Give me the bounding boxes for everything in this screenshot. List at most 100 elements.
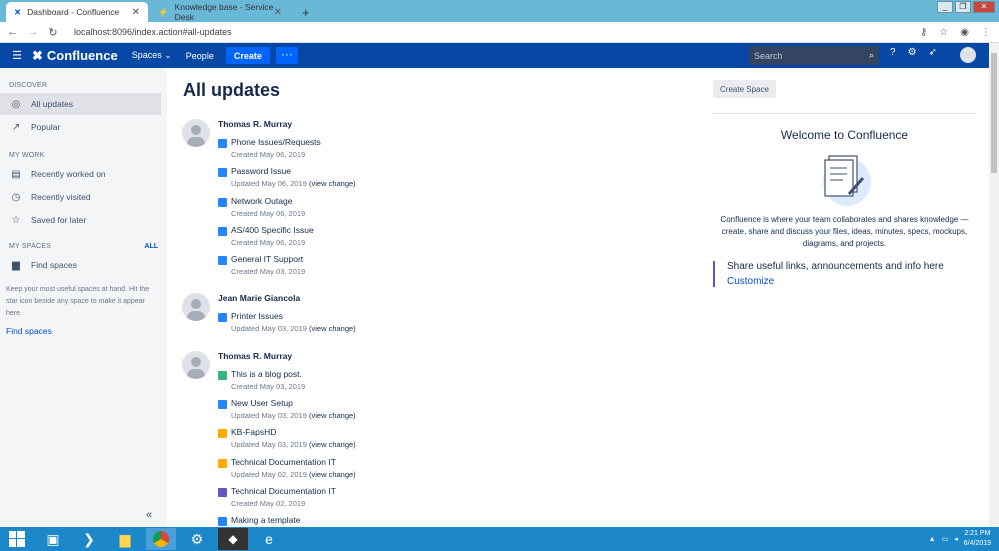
sidebar-item-popular[interactable]: ↗ Popular: [0, 116, 167, 138]
people-link[interactable]: People: [186, 51, 214, 61]
key-icon[interactable]: ⚷: [920, 27, 927, 38]
confluence-logo-icon: ✖: [32, 47, 43, 63]
tab-dashboard-confluence[interactable]: ✕ Dashboard - Confluence ✕: [6, 2, 148, 22]
update-title[interactable]: Technical Documentation IT: [231, 486, 572, 496]
update-date: Updated May 06, 2019: [231, 179, 307, 189]
tab-knowledge-base[interactable]: ⚡ Knowledge base - Service Desk ✕: [150, 2, 290, 22]
update-title[interactable]: Making a template: [231, 515, 572, 525]
help-icon[interactable]: ?: [890, 47, 896, 58]
all-spaces-link[interactable]: ALL: [144, 243, 158, 250]
view-change-link[interactable]: (view change): [309, 440, 356, 449]
update-date: Updated May 03, 2019: [231, 324, 307, 334]
update-title[interactable]: Printer Issues: [231, 311, 572, 321]
new-tab-button[interactable]: +: [294, 2, 318, 22]
update-title[interactable]: Password Issue: [231, 166, 572, 176]
user-avatar[interactable]: [960, 47, 976, 63]
back-icon[interactable]: ←: [6, 26, 20, 38]
list-item: Technical Documentation IT Created May 02…: [218, 486, 572, 515]
avatar[interactable]: [182, 119, 210, 147]
author-name[interactable]: Thomas R. Murray: [218, 351, 572, 361]
app-icon[interactable]: ◆: [218, 528, 248, 550]
space-icon: [218, 458, 227, 468]
author-name[interactable]: Jean Marie Giancola: [218, 293, 572, 303]
gear-icon[interactable]: ⚙: [908, 47, 917, 58]
more-actions-button[interactable]: ···: [275, 47, 298, 64]
compass-icon: ◎: [11, 98, 21, 110]
sidebar-item-all-updates[interactable]: ◎ All updates: [0, 93, 161, 115]
sidebar-item-label: Find spaces: [31, 260, 77, 270]
sidebar-item-recently-visited[interactable]: ◷ Recently visited: [0, 186, 167, 208]
create-space-button[interactable]: Create Space: [713, 80, 776, 98]
minimize-icon[interactable]: _: [937, 1, 953, 13]
volume-icon[interactable]: ◂: [954, 535, 958, 543]
internet-explorer-icon[interactable]: e: [254, 528, 284, 550]
sidebar-item-label: All updates: [31, 99, 74, 109]
update-title[interactable]: General IT Support: [231, 254, 572, 264]
close-tab-icon[interactable]: ✕: [132, 7, 140, 18]
create-button[interactable]: Create: [225, 47, 270, 64]
file-explorer-icon[interactable]: ▆: [110, 528, 140, 550]
update-title[interactable]: Network Outage: [231, 196, 572, 206]
window-controls: _ ❐ ✕: [937, 1, 995, 13]
reload-icon[interactable]: ↻: [46, 26, 60, 39]
update-title[interactable]: This is a blog post.: [231, 369, 572, 379]
collapse-sidebar-icon[interactable]: «: [146, 509, 152, 521]
settings-tool-icon[interactable]: ⚙: [182, 528, 212, 550]
powershell-icon[interactable]: ❯: [74, 528, 104, 550]
update-title[interactable]: AS/400 Specific Issue: [231, 225, 572, 235]
sidebar-item-recently-worked-on[interactable]: ▤ Recently worked on: [0, 163, 167, 185]
close-window-icon[interactable]: ✕: [973, 1, 995, 13]
update-meta: Updated May 03, 2019 (view change): [231, 440, 572, 449]
maximize-icon[interactable]: ❐: [955, 1, 971, 13]
update-title[interactable]: New User Setup: [231, 398, 572, 408]
avatar[interactable]: [182, 293, 210, 322]
page-scrollbar[interactable]: [989, 43, 999, 527]
update-meta: Created May 03, 2019: [231, 382, 572, 391]
update-date: Created May 02, 2019: [231, 498, 306, 508]
tray-arrow-icon[interactable]: ▲: [929, 536, 936, 543]
view-change-link[interactable]: (view change): [309, 470, 356, 479]
confluence-logo[interactable]: ✖ Confluence: [32, 48, 118, 64]
update-meta: Created May 02, 2019: [231, 499, 572, 508]
clock-icon: ◷: [11, 191, 21, 203]
scrollbar-thumb[interactable]: [991, 53, 997, 173]
tab-title: Dashboard - Confluence: [27, 7, 120, 17]
profile-icon[interactable]: ◉: [960, 27, 969, 38]
sidebar-item-find-spaces[interactable]: ▆ Find spaces: [0, 254, 167, 276]
spaces-menu[interactable]: Spaces ⌄: [132, 50, 172, 61]
search-input[interactable]: Search ⌕: [749, 46, 879, 65]
view-change-link[interactable]: (view change): [309, 179, 356, 188]
bookmark-star-icon[interactable]: ☆: [939, 27, 948, 38]
update-date: Created May 03, 2019: [231, 381, 306, 391]
update-title[interactable]: KB-FapsHD: [231, 427, 572, 437]
chrome-icon[interactable]: [146, 528, 176, 550]
sidebar-item-saved-for-later[interactable]: ☆ Saved for later: [0, 209, 167, 231]
trending-icon: ↗: [11, 121, 21, 133]
system-tray: ▲ ▭ ◂ 2:21 PM 6/4/2019: [929, 529, 991, 549]
server-manager-icon[interactable]: ▣: [38, 528, 68, 550]
update-title[interactable]: Phone Issues/Requests: [231, 137, 572, 147]
close-tab-icon[interactable]: ✕: [274, 7, 282, 18]
hamburger-icon[interactable]: ☰: [6, 49, 28, 62]
customize-link[interactable]: Customize: [727, 276, 944, 287]
clock[interactable]: 2:21 PM 6/4/2019: [964, 529, 991, 549]
notifications-icon[interactable]: ➶: [929, 47, 937, 58]
network-icon[interactable]: ▭: [942, 535, 949, 543]
update-meta: Updated May 03, 2019 (view change): [231, 411, 572, 420]
update-title[interactable]: Technical Documentation IT: [231, 457, 572, 467]
page-icon: [218, 197, 227, 207]
view-change-link[interactable]: (view change): [309, 411, 356, 420]
update-group: Thomas R. Murray Phone Issues/Requests Cre…: [182, 119, 572, 283]
forward-icon[interactable]: →: [26, 26, 40, 38]
my-spaces-heading: MY SPACES: [9, 243, 51, 250]
update-group: Thomas R. Murray This is a blog post. Crea…: [182, 350, 572, 527]
avatar[interactable]: [182, 350, 210, 379]
author-name[interactable]: Thomas R. Murray: [218, 119, 572, 129]
url-field[interactable]: localhost:8096/index.action#all-updates: [74, 27, 920, 37]
find-spaces-link[interactable]: Find spaces: [6, 326, 167, 336]
list-item: Password Issue Updated May 06, 2019 (view…: [218, 166, 572, 195]
menu-dots-icon[interactable]: ⋮: [981, 27, 991, 38]
view-change-link[interactable]: (view change): [309, 324, 356, 333]
windows-start-icon[interactable]: [2, 528, 32, 550]
page-icon: [218, 256, 227, 266]
